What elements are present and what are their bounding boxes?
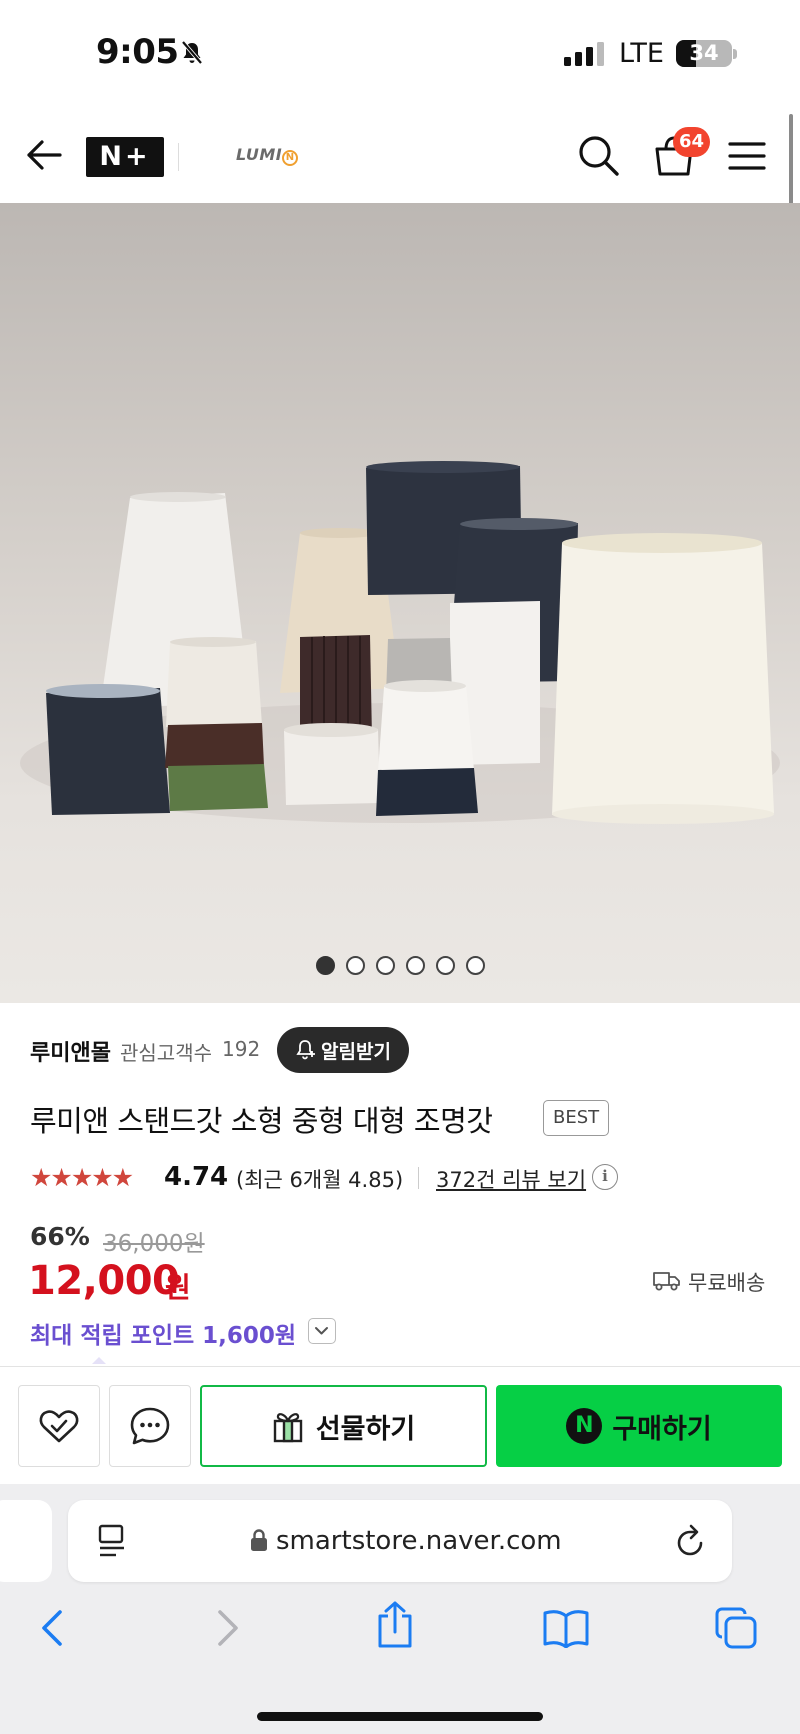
battery-icon: 34 xyxy=(676,40,732,67)
store-logo-mark: N xyxy=(282,150,299,166)
rating-divider xyxy=(418,1167,419,1189)
status-bar: 9:05 LTE 34 xyxy=(0,0,800,105)
lampshades-product-photo xyxy=(20,461,780,824)
sale-price: 12,000 xyxy=(28,1258,180,1304)
product-image-carousel[interactable] xyxy=(0,203,800,1003)
buy-label: 구매하기 xyxy=(612,1413,712,1445)
recent-rating: (최근 6개월 4.85) xyxy=(236,1168,404,1192)
followers-count: 192 xyxy=(222,1037,261,1061)
lock-icon xyxy=(251,1529,267,1551)
carousel-indicator xyxy=(316,956,485,976)
carousel-dot[interactable] xyxy=(406,956,425,975)
buy-button[interactable]: N 구매하기 xyxy=(496,1385,782,1467)
best-badge: BEST xyxy=(543,1100,610,1136)
network-type: LTE xyxy=(619,38,664,69)
tabs-icon[interactable] xyxy=(714,1606,758,1650)
max-points: 최대 적립 포인트 1,600원 xyxy=(30,1323,297,1349)
browser-forward-icon[interactable] xyxy=(212,1608,242,1648)
free-shipping-label: 무료배송 xyxy=(688,1271,766,1295)
naver-plus-logo[interactable]: N+ xyxy=(86,137,164,177)
chat-bubble-icon xyxy=(130,1407,170,1445)
carousel-dot[interactable] xyxy=(436,956,455,975)
hamburger-menu-icon[interactable] xyxy=(728,141,766,171)
subscribe-alert-label: 알림받기 xyxy=(321,1040,391,1063)
heart-check-icon xyxy=(39,1410,79,1443)
reader-mode-icon[interactable] xyxy=(98,1524,126,1558)
original-price: 36,000원 xyxy=(103,1231,205,1257)
top-nav: N+ LUMI N 64 xyxy=(0,105,800,203)
back-arrow-icon[interactable] xyxy=(26,139,62,171)
reload-icon[interactable] xyxy=(674,1524,706,1558)
cellular-signal-icon xyxy=(564,42,604,66)
reviews-link[interactable]: 372건 리뷰 보기 xyxy=(436,1164,586,1194)
battery-cap xyxy=(733,49,737,59)
points-expand-button[interactable] xyxy=(308,1318,336,1344)
carousel-dot[interactable] xyxy=(316,956,335,975)
carousel-dot[interactable] xyxy=(466,956,485,975)
product-title: 루미앤 스탠드갓 소형 중형 대형 조명갓 xyxy=(30,1104,493,1138)
battery-level: 34 xyxy=(689,41,719,65)
discount-rate: 66% xyxy=(30,1222,90,1251)
subscribe-alert-button[interactable]: 알림받기 xyxy=(277,1027,409,1073)
delivery-truck-icon xyxy=(653,1272,680,1291)
carousel-dot[interactable] xyxy=(346,956,365,975)
purchase-action-bar: 선물하기 N 구매하기 xyxy=(0,1366,800,1484)
bell-plus-icon xyxy=(296,1040,316,1060)
store-logo-text: LUMI xyxy=(236,145,283,164)
previous-tab-preview[interactable] xyxy=(0,1500,52,1582)
address-bar[interactable]: smartstore.naver.com xyxy=(68,1500,732,1582)
price-currency: 원 xyxy=(165,1271,191,1304)
store-logo[interactable]: LUMI N xyxy=(236,145,299,166)
share-icon[interactable] xyxy=(374,1600,416,1650)
chevron-down-icon xyxy=(315,1327,328,1335)
info-icon[interactable]: i xyxy=(592,1164,618,1190)
gift-label: 선물하기 xyxy=(315,1413,416,1445)
chat-button[interactable] xyxy=(109,1385,191,1467)
carousel-dot[interactable] xyxy=(376,956,395,975)
wishlist-button[interactable] xyxy=(18,1385,100,1467)
followers-label: 관심고객수 xyxy=(120,1041,212,1065)
header-divider xyxy=(178,143,179,171)
rating-score: 4.74 xyxy=(164,1162,229,1192)
browser-back-icon[interactable] xyxy=(38,1608,68,1648)
rating-stars: ★★★★★ xyxy=(30,1163,134,1192)
url-text: smartstore.naver.com xyxy=(276,1526,562,1556)
cart-count-badge: 64 xyxy=(673,127,711,157)
naver-pay-icon: N xyxy=(566,1408,603,1444)
bell-muted-icon xyxy=(181,40,203,65)
gift-icon xyxy=(273,1413,303,1443)
browser-toolbar: smartstore.naver.com xyxy=(0,1484,800,1734)
gift-button[interactable]: 선물하기 xyxy=(200,1385,487,1467)
bookmarks-icon[interactable] xyxy=(542,1608,590,1648)
points-tooltip-caret xyxy=(92,1357,106,1364)
search-icon[interactable] xyxy=(578,135,620,177)
status-time: 9:05 xyxy=(96,32,179,72)
home-indicator xyxy=(257,1712,543,1721)
store-name[interactable]: 루미앤몰 xyxy=(30,1035,111,1067)
